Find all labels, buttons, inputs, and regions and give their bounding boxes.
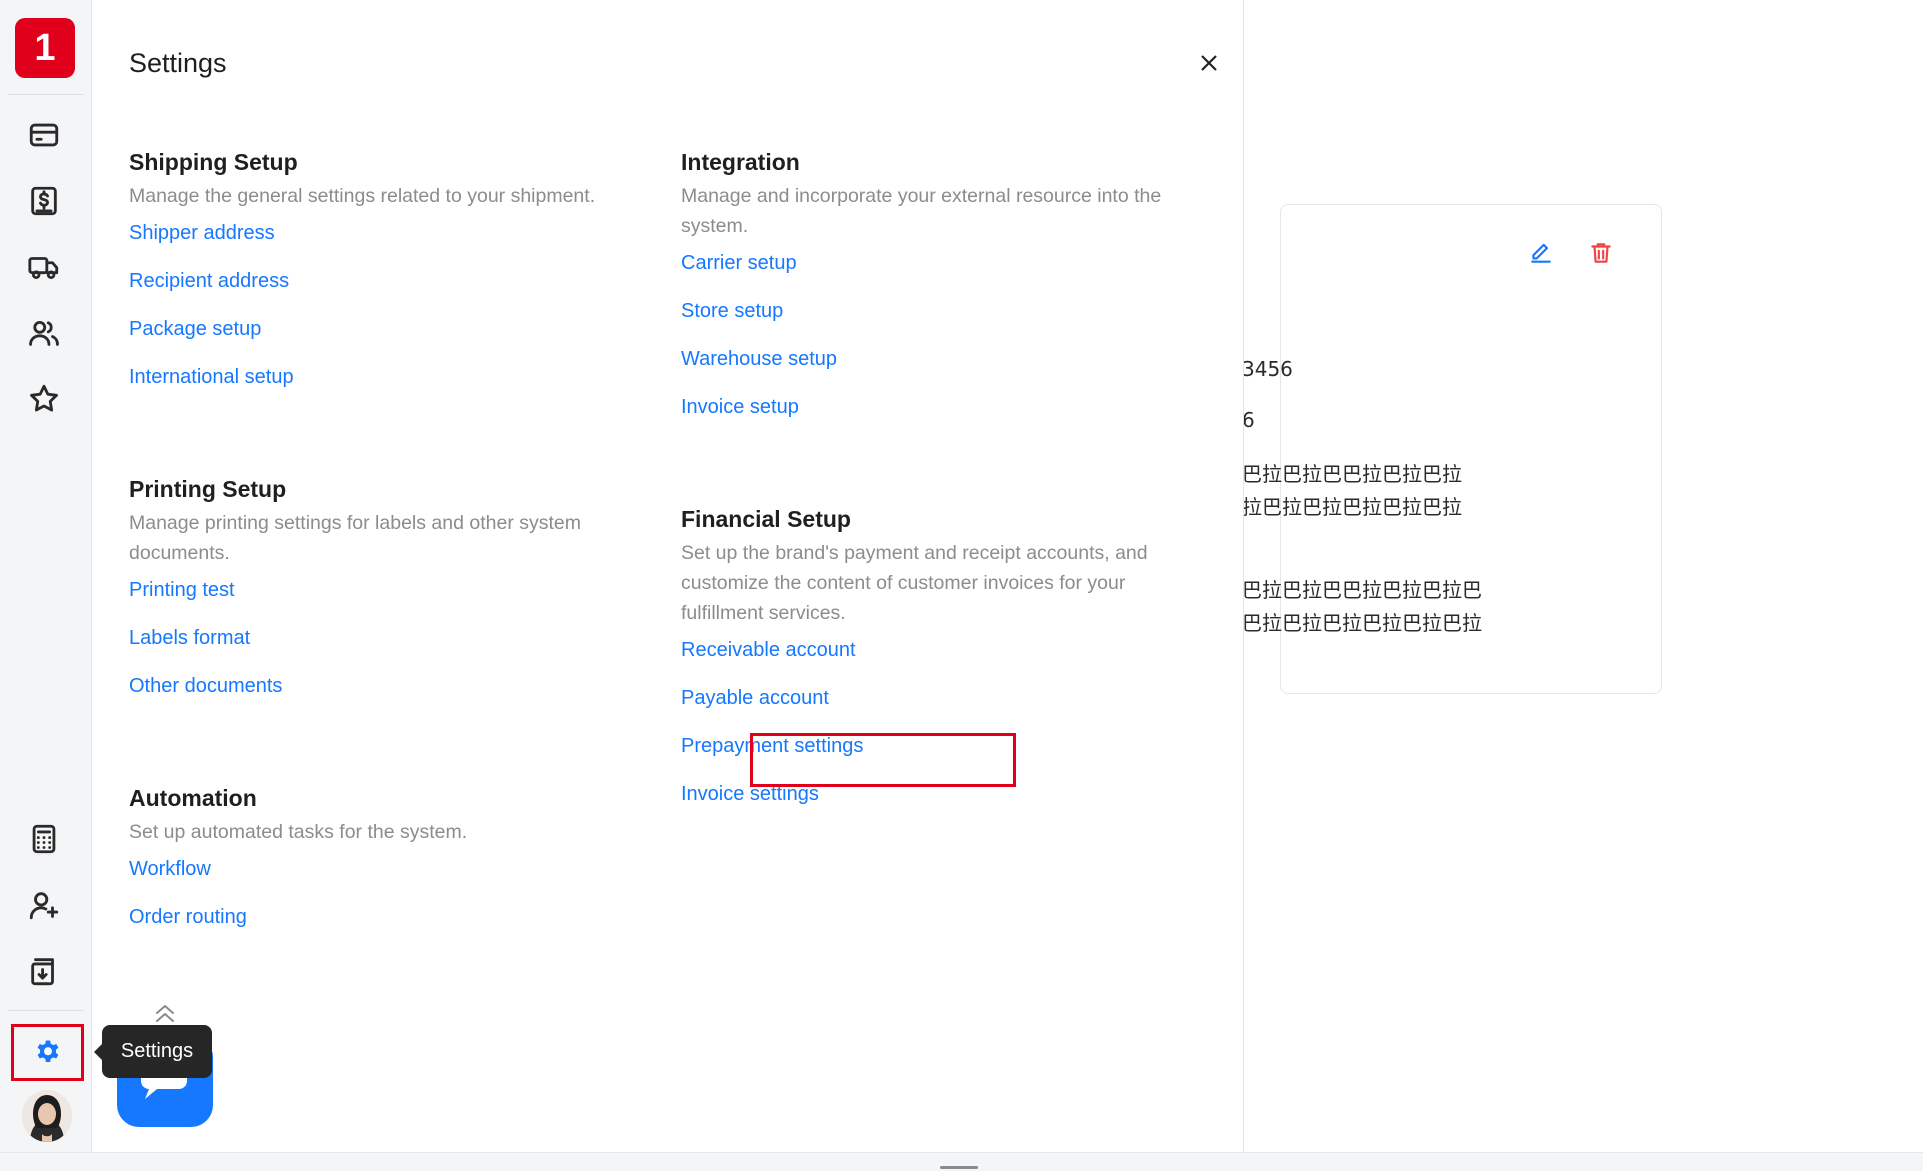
link-workflow[interactable]: Workflow <box>129 857 649 881</box>
settings-tooltip: Settings <box>94 1025 212 1078</box>
section-title: Automation <box>129 785 257 811</box>
add-user-icon[interactable] <box>26 887 62 923</box>
section-description: Set up automated tasks for the system. <box>129 821 468 843</box>
section-description: Manage the general settings related to y… <box>129 185 596 207</box>
card-phone-text: 3456 <box>1242 357 1293 381</box>
drawer-title: Settings <box>129 48 227 78</box>
section-title: Printing Setup <box>129 476 287 502</box>
shipping-setup-section: Shipping Setup Manage the general settin… <box>129 147 649 413</box>
integration-section: Integration Manage and incorporate your … <box>681 147 1201 443</box>
link-order-routing[interactable]: Order routing <box>129 905 649 929</box>
trash-icon[interactable] <box>1588 240 1614 266</box>
chevron-up-icon[interactable] <box>151 1000 179 1026</box>
printing-setup-section: Printing Setup Manage printing settings … <box>129 474 649 722</box>
star-icon[interactable] <box>26 381 62 417</box>
automation-section: Automation Set up automated tasks for th… <box>129 783 649 953</box>
link-shipper-address[interactable]: Shipper address <box>129 221 649 245</box>
link-recipient-address[interactable]: Recipient address <box>129 269 649 293</box>
card-address-line-2: 拉巴拉巴拉巴拉巴拉巴拉 <box>1242 495 1462 519</box>
wallet-icon[interactable] <box>26 117 62 153</box>
section-title: Shipping Setup <box>129 149 298 175</box>
resize-handle[interactable] <box>940 1166 978 1169</box>
download-doc-icon[interactable] <box>26 953 62 989</box>
edit-icon[interactable] <box>1528 240 1554 266</box>
link-package-setup[interactable]: Package setup <box>129 317 649 341</box>
section-description: Set up the brand's payment and receipt a… <box>681 542 1148 624</box>
card-address-line-1: 巴拉巴拉巴巴拉巴拉巴拉 <box>1242 462 1462 486</box>
truck-icon[interactable] <box>26 249 62 285</box>
highlight-box <box>750 733 1016 787</box>
left-nav-rail: 1 <box>0 0 92 1152</box>
link-receivable-account[interactable]: Receivable account <box>681 638 1201 662</box>
link-store-setup[interactable]: Store setup <box>681 299 1201 323</box>
rail-divider <box>8 1010 84 1011</box>
section-title: Financial Setup <box>681 506 851 532</box>
close-icon <box>1201 55 1217 71</box>
settings-nav-button[interactable] <box>11 1024 84 1081</box>
link-other-documents[interactable]: Other documents <box>129 674 649 698</box>
card-address-line-4: 巴拉巴拉巴拉巴拉巴拉巴拉 <box>1242 611 1482 635</box>
section-description: Manage and incorporate your external res… <box>681 185 1162 237</box>
rail-divider <box>8 94 84 95</box>
link-carrier-setup[interactable]: Carrier setup <box>681 251 1201 275</box>
section-description: Manage printing settings for labels and … <box>129 512 581 564</box>
billing-icon[interactable] <box>26 183 62 219</box>
settings-drawer: Settings Shipping Setup Manage the gener… <box>92 0 1244 1152</box>
calculator-icon[interactable] <box>26 821 62 857</box>
link-international-setup[interactable]: International setup <box>129 365 649 389</box>
link-labels-format[interactable]: Labels format <box>129 626 649 650</box>
card-address-line-3: 巴拉巴拉巴巴拉巴拉巴拉巴 <box>1242 578 1482 602</box>
section-title: Integration <box>681 149 800 175</box>
close-button[interactable] <box>1194 48 1224 78</box>
user-avatar[interactable] <box>22 1090 72 1142</box>
app-logo[interactable]: 1 <box>15 18 75 78</box>
gear-icon <box>37 1040 58 1062</box>
users-icon[interactable] <box>26 315 62 351</box>
link-invoice-setup[interactable]: Invoice setup <box>681 395 1201 419</box>
link-printing-test[interactable]: Printing test <box>129 578 649 602</box>
link-payable-account[interactable]: Payable account <box>681 686 1201 710</box>
link-warehouse-setup[interactable]: Warehouse setup <box>681 347 1201 371</box>
